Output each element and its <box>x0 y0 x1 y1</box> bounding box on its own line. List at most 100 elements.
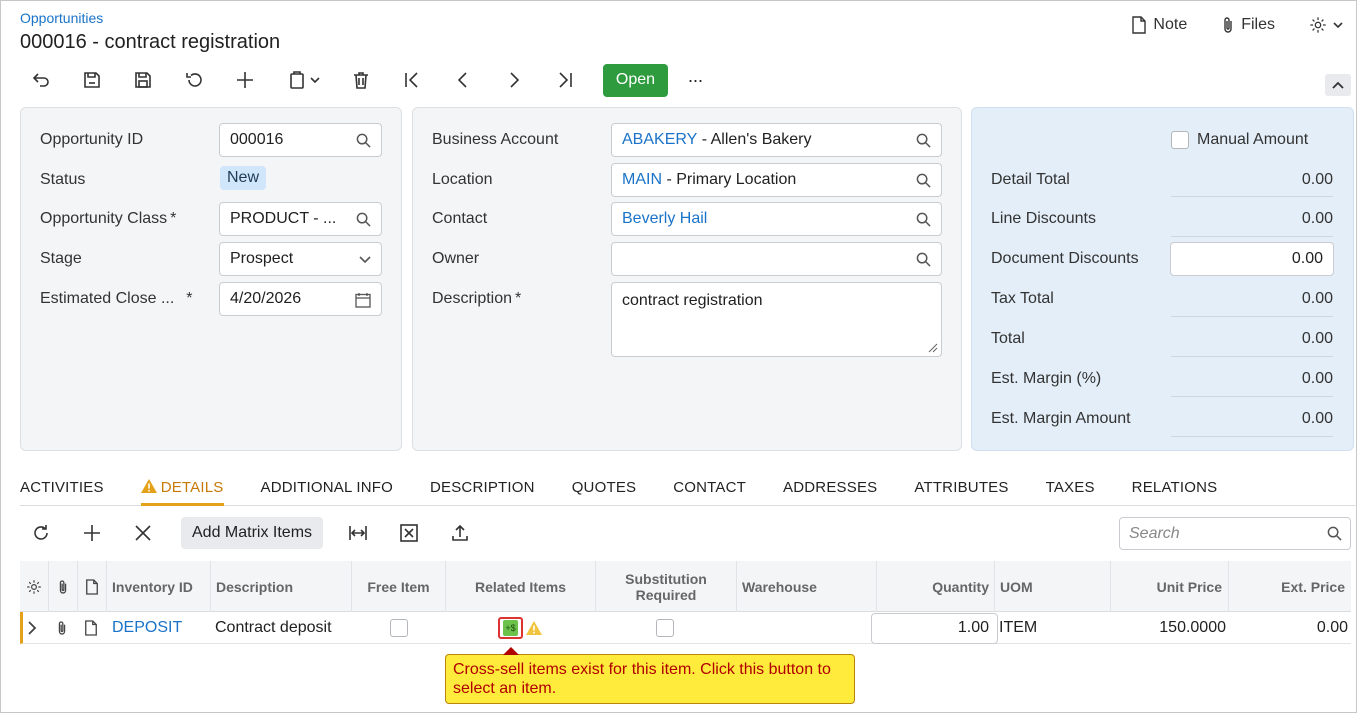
row-attachments-button[interactable] <box>56 612 68 644</box>
location-link[interactable]: MAIN <box>622 171 662 189</box>
opportunity-id-field[interactable]: 000016 <box>219 123 382 157</box>
save-and-close-button[interactable] <box>79 67 105 93</box>
estimated-close-value: 4/20/2026 <box>230 290 302 307</box>
cancel-button[interactable] <box>181 67 207 93</box>
tab-details-label: DETAILS <box>160 479 224 496</box>
plus-icon <box>237 72 253 88</box>
note-button[interactable]: Note <box>1131 16 1187 34</box>
header-quantity[interactable]: Quantity <box>877 561 995 612</box>
first-record-button[interactable] <box>399 67 425 93</box>
resize-handle-icon[interactable] <box>928 343 938 353</box>
back-button[interactable] <box>28 67 54 93</box>
total-value: 0.00 <box>1301 330 1333 347</box>
search-icon[interactable] <box>356 212 371 227</box>
more-actions-button[interactable]: ··· <box>682 67 708 93</box>
excel-icon <box>400 524 418 542</box>
paperclip-icon <box>58 621 66 635</box>
header-substitution-required[interactable]: Substitution Required <box>596 561 737 612</box>
settings-menu-button[interactable] <box>1309 16 1343 34</box>
tab-relations[interactable]: RELATIONS <box>1132 476 1218 506</box>
header-inventory-id[interactable]: Inventory ID <box>107 561 211 612</box>
location-field[interactable]: MAIN - Primary Location <box>611 163 942 197</box>
search-icon[interactable] <box>916 173 931 188</box>
chevron-left-icon <box>457 72 467 88</box>
business-account-label: Business Account <box>432 131 559 148</box>
substitution-required-checkbox[interactable] <box>656 619 674 637</box>
next-record-button[interactable] <box>501 67 527 93</box>
manual-amount-checkbox[interactable] <box>1171 131 1189 149</box>
description-textarea[interactable]: contract registration <box>611 282 942 357</box>
open-status-button[interactable]: Open <box>603 63 668 97</box>
save-button[interactable] <box>130 67 156 93</box>
est-margin-pct-label: Est. Margin (%) <box>991 370 1102 387</box>
business-account-name: - Allen's Bakery <box>697 131 812 148</box>
table-row[interactable]: DEPOSIT Contract deposit +$ 1.00 ITEM 15… <box>20 612 1351 644</box>
owner-field[interactable] <box>611 242 942 276</box>
export-excel-button[interactable] <box>396 520 422 546</box>
add-row-button[interactable] <box>79 520 105 546</box>
document-discounts-field[interactable]: 0.00 <box>1170 242 1334 276</box>
upload-button[interactable] <box>447 520 473 546</box>
paperclip-icon <box>59 579 67 594</box>
tab-contact[interactable]: CONTACT <box>673 476 746 506</box>
inventory-id-link[interactable]: DEPOSIT <box>112 612 182 644</box>
revert-icon <box>186 73 202 87</box>
collapse-header-button[interactable] <box>1325 74 1351 96</box>
tab-details[interactable]: DETAILS <box>140 476 224 506</box>
search-icon[interactable] <box>916 212 931 227</box>
copy-paste-button[interactable] <box>283 67 323 93</box>
tab-additional-info[interactable]: ADDITIONAL INFO <box>261 476 393 506</box>
grid-search-input[interactable]: Search <box>1119 517 1351 550</box>
tab-taxes[interactable]: TAXES <box>1046 476 1095 506</box>
header-ext-price[interactable]: Ext. Price <box>1229 561 1351 612</box>
search-icon[interactable] <box>916 252 931 267</box>
contact-field[interactable]: Beverly Hail <box>611 202 942 236</box>
breadcrumb[interactable]: Opportunities <box>20 10 103 26</box>
calendar-icon[interactable] <box>355 292 371 308</box>
search-icon[interactable] <box>916 133 931 148</box>
related-items-button[interactable]: +$ <box>498 617 523 639</box>
header-description[interactable]: Description <box>211 561 352 612</box>
header-free-item[interactable]: Free Item <box>352 561 446 612</box>
header-related-items[interactable]: Related Items <box>446 561 596 612</box>
delete-button[interactable] <box>348 67 374 93</box>
tab-activities[interactable]: ACTIVITIES <box>20 476 104 506</box>
tab-description[interactable]: DESCRIPTION <box>430 476 535 506</box>
row-uom: ITEM <box>999 619 1038 636</box>
stage-value: Prospect <box>230 250 294 267</box>
totals-panel: Manual Amount Detail Total 0.00 Line Dis… <box>971 107 1354 451</box>
quantity-input[interactable]: 1.00 <box>871 612 998 644</box>
est-margin-amount-value: 0.00 <box>1301 410 1333 427</box>
files-button[interactable]: Files <box>1221 16 1275 34</box>
tab-addresses[interactable]: ADDRESSES <box>783 476 877 506</box>
save-icon <box>135 72 151 88</box>
tab-quotes[interactable]: QUOTES <box>572 476 637 506</box>
tab-attributes[interactable]: ATTRIBUTES <box>914 476 1008 506</box>
refresh-button[interactable] <box>28 520 54 546</box>
opportunity-class-value: PRODUCT - ... <box>230 210 337 227</box>
add-button[interactable] <box>232 67 258 93</box>
business-account-field[interactable]: ABAKERY - Allen's Bakery <box>611 123 942 157</box>
note-icon <box>85 620 97 636</box>
fit-columns-button[interactable] <box>345 520 371 546</box>
previous-record-button[interactable] <box>450 67 476 93</box>
search-icon[interactable] <box>356 133 371 148</box>
column-settings-button[interactable] <box>20 561 49 612</box>
last-record-button[interactable] <box>552 67 578 93</box>
row-notes-button[interactable] <box>84 612 98 644</box>
detail-total-value: 0.00 <box>1301 171 1333 188</box>
contact-link[interactable]: Beverly Hail <box>622 210 707 228</box>
delete-row-button[interactable] <box>130 520 156 546</box>
header-warehouse[interactable]: Warehouse <box>737 561 877 612</box>
opportunity-class-field[interactable]: PRODUCT - ... <box>219 202 382 236</box>
stage-select[interactable]: Prospect <box>219 242 382 276</box>
gear-icon <box>27 579 41 594</box>
add-matrix-items-button[interactable]: Add Matrix Items <box>181 517 324 549</box>
header-unit-price[interactable]: Unit Price <box>1111 561 1229 612</box>
estimated-close-date-field[interactable]: 4/20/2026 <box>219 282 382 316</box>
opportunity-id-label: Opportunity ID <box>40 131 144 148</box>
header-uom[interactable]: UOM <box>995 561 1111 612</box>
business-account-link[interactable]: ABAKERY <box>622 131 697 149</box>
free-item-checkbox[interactable] <box>390 619 408 637</box>
expand-row-button[interactable] <box>27 612 37 644</box>
